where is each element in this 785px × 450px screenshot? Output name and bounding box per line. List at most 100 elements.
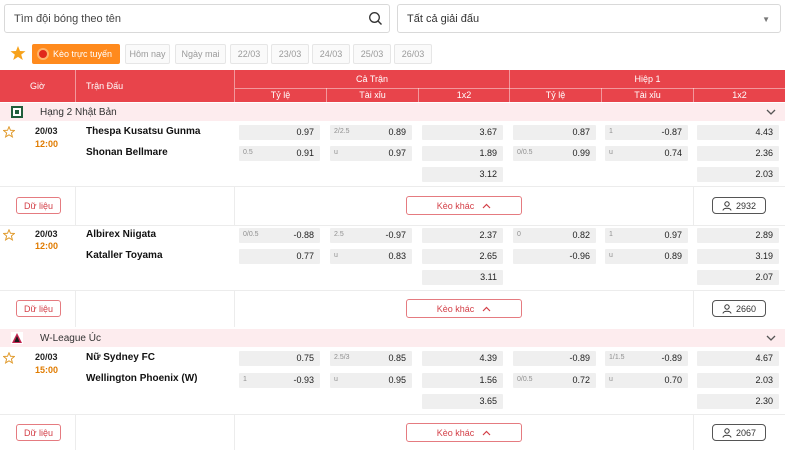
live-dot-icon bbox=[37, 48, 49, 60]
odds-cell[interactable]: 1 -0.93 bbox=[239, 373, 320, 388]
users-icon bbox=[722, 200, 732, 211]
odds-cell[interactable]: 3.65 bbox=[422, 394, 503, 409]
more-odds-button[interactable]: Kèo khác bbox=[406, 423, 522, 442]
league-name: Hạng 2 Nhật Bản bbox=[40, 106, 117, 118]
home-team[interactable]: Nữ Sydney FC bbox=[86, 352, 155, 363]
search-icon[interactable] bbox=[368, 11, 383, 29]
odds-cell[interactable]: -0.96 bbox=[513, 249, 596, 264]
more-odds-button[interactable]: Kèo khác bbox=[406, 196, 522, 215]
odds-cell[interactable]: 0.97 bbox=[239, 125, 320, 140]
favorite-star-icon[interactable] bbox=[3, 126, 15, 138]
match-row: 20/03 12:00 Thespa Kusatsu Gunma Shonan … bbox=[0, 121, 785, 226]
col-1x2: 1x2 bbox=[456, 90, 472, 100]
odds-cell[interactable]: 3.67 bbox=[422, 125, 503, 140]
filter-date-2303[interactable]: 23/03 bbox=[271, 44, 309, 64]
league-select[interactable]: Tất cả giải đấu ▼ bbox=[397, 4, 781, 33]
odds-cell[interactable]: 2.07 bbox=[697, 270, 779, 285]
filter-today[interactable]: Hôm nay bbox=[125, 44, 170, 64]
odds-cell[interactable]: u 0.97 bbox=[330, 146, 412, 161]
odds-cell[interactable]: 1 0.97 bbox=[605, 228, 688, 243]
away-team[interactable]: Kataller Toyama bbox=[86, 250, 163, 261]
odds-cell[interactable]: 2.36 bbox=[697, 146, 779, 161]
col-time: Giờ bbox=[30, 81, 45, 91]
favorite-star-icon[interactable] bbox=[3, 352, 15, 364]
odds-cell[interactable]: u 0.83 bbox=[330, 249, 412, 264]
search-input[interactable] bbox=[14, 12, 354, 25]
odds-cell[interactable]: 0.87 bbox=[513, 125, 596, 140]
odds-cell[interactable]: 4.39 bbox=[422, 351, 503, 366]
odds-cell[interactable]: 1/1.5 -0.89 bbox=[605, 351, 688, 366]
odds-cell[interactable]: 3.11 bbox=[422, 270, 503, 285]
collapse-chevron-icon[interactable] bbox=[765, 106, 777, 118]
odds-cell[interactable]: 2.30 bbox=[697, 394, 779, 409]
odds-cell[interactable]: 0/0.5 -0.88 bbox=[239, 228, 320, 243]
match-time: 12:00 bbox=[35, 139, 59, 149]
odds-cell[interactable]: 2.37 bbox=[422, 228, 503, 243]
chevron-up-icon bbox=[482, 430, 491, 435]
league-row[interactable]: W-League Úc bbox=[0, 329, 785, 347]
odds-cell[interactable]: 2.65 bbox=[422, 249, 503, 264]
viewer-count-button[interactable]: 2067 bbox=[712, 424, 766, 441]
col-h1-handicap: Tỷ lệ bbox=[545, 90, 566, 100]
odds-cell[interactable]: u 0.95 bbox=[330, 373, 412, 388]
odds-cell[interactable]: 0.75 bbox=[239, 351, 320, 366]
league-row[interactable]: Hạng 2 Nhật Bản bbox=[0, 103, 785, 121]
odds-cell[interactable]: 2.03 bbox=[697, 167, 779, 182]
viewer-count: 2932 bbox=[735, 200, 757, 211]
odds-table-header: Giờ Trận Đấu Cả Trận Hiệp 1 Tỷ lệ Tài xỉ… bbox=[0, 70, 785, 102]
odds-cell[interactable]: 2.5/3 0.85 bbox=[330, 351, 412, 366]
filter-live-odds[interactable]: Kèo trực tuyến bbox=[32, 44, 120, 64]
odds-cell[interactable]: 2.03 bbox=[697, 373, 779, 388]
match-time: 12:00 bbox=[35, 241, 59, 251]
odds-cell[interactable]: -0.89 bbox=[513, 351, 596, 366]
stats-button[interactable]: Dữ liệu bbox=[16, 300, 61, 317]
odds-cell[interactable]: u 0.89 bbox=[605, 249, 688, 264]
viewer-count: 2660 bbox=[735, 303, 757, 314]
odds-cell[interactable]: 0/0.5 0.72 bbox=[513, 373, 596, 388]
odds-cell[interactable]: 3.12 bbox=[422, 167, 503, 182]
chevron-up-icon bbox=[482, 203, 491, 208]
stats-button[interactable]: Dữ liệu bbox=[16, 424, 61, 441]
league-select-value: Tất cả giải đấu bbox=[407, 12, 480, 25]
odds-cell[interactable]: 2.89 bbox=[697, 228, 779, 243]
filter-date-2203[interactable]: 22/03 bbox=[230, 44, 268, 64]
odds-cell[interactable]: 1.56 bbox=[422, 373, 503, 388]
home-team[interactable]: Thespa Kusatsu Gunma bbox=[86, 126, 200, 137]
odds-cell[interactable]: 4.43 bbox=[697, 125, 779, 140]
col-h1-1x2: 1x2 bbox=[732, 90, 747, 100]
odds-cell[interactable]: 0.77 bbox=[239, 249, 320, 264]
filter-date-2503[interactable]: 25/03 bbox=[353, 44, 391, 64]
odds-cell[interactable]: 3.19 bbox=[697, 249, 779, 264]
more-odds-label: Kèo khác bbox=[436, 303, 475, 314]
more-odds-button[interactable]: Kèo khác bbox=[406, 299, 522, 318]
odds-cell[interactable]: 0/0.5 0.99 bbox=[513, 146, 596, 161]
viewer-count-button[interactable]: 2932 bbox=[712, 197, 766, 214]
odds-cell[interactable]: 4.67 bbox=[697, 351, 779, 366]
home-team[interactable]: Albirex Niigata bbox=[86, 229, 156, 240]
stats-button[interactable]: Dữ liệu bbox=[16, 197, 61, 214]
odds-cell[interactable]: 1.89 bbox=[422, 146, 503, 161]
filter-tomorrow[interactable]: Ngày mai bbox=[175, 44, 226, 64]
odds-cell[interactable]: 2/2.5 0.89 bbox=[330, 125, 412, 140]
odds-cell[interactable]: 0.5 0.91 bbox=[239, 146, 320, 161]
filter-bar: Kèo trực tuyến Hôm nay Ngày mai 22/03 23… bbox=[0, 42, 785, 66]
more-odds-label: Kèo khác bbox=[436, 200, 475, 211]
chevron-up-icon bbox=[482, 306, 491, 311]
odds-cell[interactable]: u 0.70 bbox=[605, 373, 688, 388]
col-match: Trận Đấu bbox=[86, 81, 124, 91]
filter-date-2603[interactable]: 26/03 bbox=[394, 44, 432, 64]
favorite-star-icon[interactable] bbox=[10, 45, 26, 61]
odds-cell[interactable]: 1 -0.87 bbox=[605, 125, 688, 140]
users-icon bbox=[722, 427, 732, 438]
odds-cell[interactable]: 2.5 -0.97 bbox=[330, 228, 412, 243]
away-team[interactable]: Shonan Bellmare bbox=[86, 147, 168, 158]
odds-cell[interactable]: 0 0.82 bbox=[513, 228, 596, 243]
away-team[interactable]: Wellington Phoenix (W) bbox=[86, 373, 197, 384]
filter-date-2403[interactable]: 24/03 bbox=[312, 44, 350, 64]
collapse-chevron-icon[interactable] bbox=[765, 332, 777, 344]
viewer-count-button[interactable]: 2660 bbox=[712, 300, 766, 317]
odds-cell[interactable]: u 0.74 bbox=[605, 146, 688, 161]
team-search[interactable] bbox=[4, 4, 390, 33]
favorite-star-icon[interactable] bbox=[3, 229, 15, 241]
league-logo-icon bbox=[11, 106, 23, 118]
